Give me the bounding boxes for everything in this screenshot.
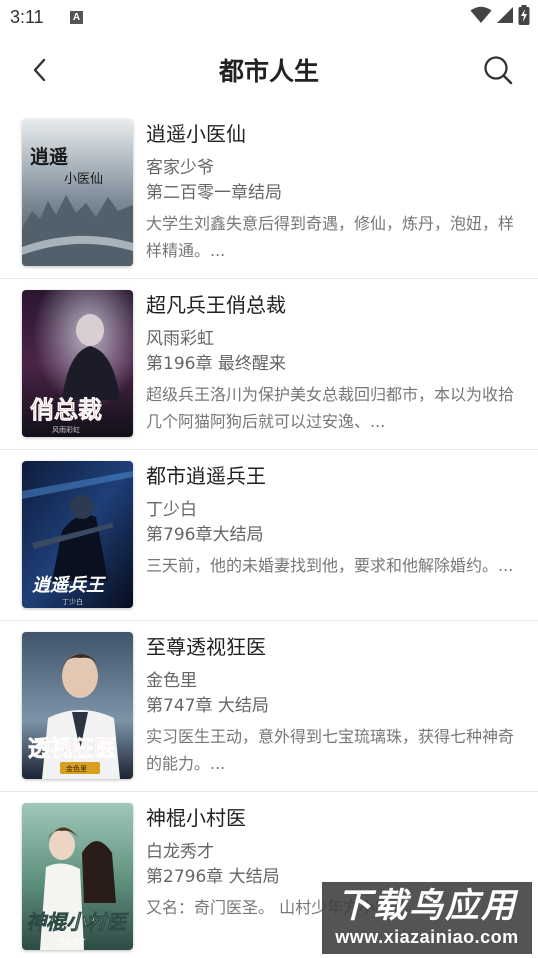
wifi-icon [470,6,492,28]
book-description: 大学生刘鑫失意后得到奇遇，修仙，炼丹，泡妞，样样精通。... [146,214,515,260]
book-author: 风雨彩虹 [146,329,214,349]
book-author: 金色里 [146,671,197,691]
svg-text:丁少白: 丁少白 [62,597,83,606]
book-cover[interactable]: 神棍小村医 白龙秀才 [22,803,133,950]
svg-text:俏总裁: 俏总裁 [30,396,102,424]
book-author: 客家少爷 [146,158,214,178]
svg-text:小医仙: 小医仙 [64,172,103,187]
notification-icon: A [70,11,83,24]
svg-text:金色里: 金色里 [66,764,87,773]
book-info: 超凡兵王俏总裁 风雨彩虹 第196章 最终醒来 超级兵王洛川为保护美女总裁回归都… [146,291,518,435]
book-author: 丁少白 [146,500,197,520]
svg-text:神棍小村医: 神棍小村医 [26,910,130,934]
book-info: 都市逍遥兵王 丁少白 第796章大结局 三天前，他的未婚妻找到他，要求和他解除婚… [146,462,518,606]
book-list-item[interactable]: 逍遥兵王 丁少白 都市逍遥兵王 丁少白 第796章大结局 三天前，他的未婚妻找到… [0,450,538,621]
book-latest-chapter: 第747章 大结局 [146,696,269,716]
svg-text:逍遥: 逍遥 [30,145,68,168]
svg-text:风雨彩虹: 风雨彩虹 [52,425,80,434]
search-button[interactable] [480,54,516,90]
book-list: 逍遥 小医仙 逍遥小医仙 客家少爷 第二百零一章结局 大学生刘鑫失意后得到奇遇，… [0,108,538,958]
status-time: 3:11 [10,7,44,27]
book-author: 白龙秀才 [146,842,214,862]
book-cover[interactable]: 俏总裁 风雨彩虹 [22,290,133,437]
book-info: 至尊透视狂医 金色里 第747章 大结局 实习医生王动，意外得到七宝琉璃珠，获得… [146,633,518,777]
signal-icon [496,6,514,28]
book-latest-chapter: 第796章大结局 [146,525,264,545]
page-title: 都市人生 [218,57,319,86]
book-latest-chapter: 第二百零一章结局 [146,183,282,203]
book-cover[interactable]: 透视狂医 金色里 [22,632,133,779]
book-title: 都市逍遥兵王 [146,464,266,488]
watermark-url: www.xiazainiao.com [335,927,519,947]
book-latest-chapter: 第196章 最终醒来 [146,354,286,374]
battery-icon [518,5,530,29]
book-cover[interactable]: 逍遥兵王 丁少白 [22,461,133,608]
status-icons [470,5,530,29]
book-title: 超凡兵王俏总裁 [146,293,286,317]
svg-text:逍遥兵王: 逍遥兵王 [32,575,107,596]
status-bar: 3:11 A [0,0,538,36]
book-list-item[interactable]: 透视狂医 金色里 至尊透视狂医 金色里 第747章 大结局 实习医生王动，意外得… [0,621,538,792]
svg-text:透视狂医: 透视狂医 [28,736,116,762]
book-list-item[interactable]: 逍遥 小医仙 逍遥小医仙 客家少爷 第二百零一章结局 大学生刘鑫失意后得到奇遇，… [0,108,538,279]
book-title: 神棍小村医 [146,806,246,830]
book-title: 至尊透视狂医 [146,635,266,659]
book-cover[interactable]: 逍遥 小医仙 [22,119,133,266]
book-description: 实习医生王动，意外得到七宝琉璃珠，获得七种神奇的能力。... [146,727,515,773]
book-info: 逍遥小医仙 客家少爷 第二百零一章结局 大学生刘鑫失意后得到奇遇，修仙，炼丹，泡… [146,120,518,264]
book-title: 逍遥小医仙 [146,122,246,146]
app-header: 都市人生 [0,36,538,108]
watermark-logo: 下载鸟应用 www.xiazainiao.com [322,882,532,954]
watermark-title: 下载鸟应用 [337,886,517,926]
svg-text:白龙秀才: 白龙秀才 [58,937,86,946]
search-icon [483,55,513,89]
book-list-item[interactable]: 俏总裁 风雨彩虹 超凡兵王俏总裁 风雨彩虹 第196章 最终醒来 超级兵王洛川为… [0,279,538,450]
book-description: 超级兵王洛川为保护美女总裁回归都市，本以为收拾几个阿猫阿狗后就可以过安逸、... [146,385,515,431]
book-description: 三天前，他的未婚妻找到他，要求和他解除婚约。... [146,556,514,575]
